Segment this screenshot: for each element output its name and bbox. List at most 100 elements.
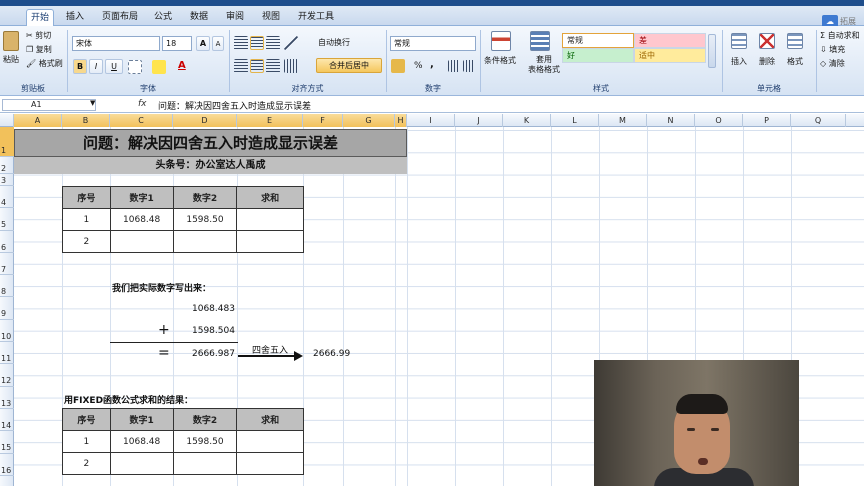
align-right-icon[interactable]	[266, 59, 280, 73]
table-cell[interactable]	[236, 452, 304, 475]
format-cells-icon[interactable]	[787, 33, 803, 49]
number-1-value[interactable]: 1068.483	[192, 304, 235, 314]
column-header[interactable]: G	[343, 114, 395, 127]
style-normal[interactable]: 常规	[562, 33, 634, 48]
insert-cells-icon[interactable]	[731, 33, 747, 49]
style-good[interactable]: 好	[562, 48, 634, 63]
column-header[interactable]: N	[647, 114, 695, 127]
cut-button[interactable]: ✂ 剪切	[26, 30, 51, 41]
italic-button[interactable]: I	[89, 59, 103, 74]
format-painter-button[interactable]: 🖌 格式刷	[26, 58, 63, 69]
column-header[interactable]: I	[407, 114, 455, 127]
column-header[interactable]: C	[110, 114, 173, 127]
tab-page-layout[interactable]: 页面布局	[98, 9, 142, 26]
column-header[interactable]: E	[237, 114, 303, 127]
row-header[interactable]: 15	[0, 431, 14, 454]
align-top-icon[interactable]	[234, 36, 248, 50]
explain-label[interactable]: 我们把实际数字写出来：	[112, 281, 211, 294]
tab-data[interactable]: 数据	[186, 9, 212, 26]
header-cell[interactable]: 数字2	[172, 408, 238, 431]
table-cell[interactable]: 2	[62, 230, 111, 253]
grow-font-button[interactable]: A	[196, 36, 210, 51]
column-header[interactable]: O	[695, 114, 743, 127]
column-header[interactable]: P	[743, 114, 791, 127]
row-header[interactable]: 4	[0, 186, 14, 208]
table-cell[interactable]: 1068.48	[109, 430, 174, 453]
table-cell[interactable]: 1	[62, 208, 111, 231]
table-cell[interactable]	[109, 230, 174, 253]
name-box[interactable]: A1	[2, 99, 96, 111]
tab-insert[interactable]: 插入	[62, 9, 88, 26]
column-header[interactable]: L	[551, 114, 599, 127]
row-header[interactable]: 1	[0, 127, 14, 157]
merge-center-button[interactable]: 合并后居中	[316, 58, 382, 73]
wrap-text-button[interactable]: 自动换行	[318, 37, 350, 48]
currency-icon[interactable]	[391, 59, 405, 73]
orientation-icon[interactable]	[284, 36, 298, 50]
bold-button[interactable]: B	[73, 59, 87, 74]
name-box-dropdown-icon[interactable]: ▼	[90, 99, 95, 107]
copy-button[interactable]: ❐ 复制	[26, 44, 52, 55]
delete-cells-button[interactable]: 删除	[759, 56, 775, 67]
row-header[interactable]: 7	[0, 253, 14, 275]
table-cell[interactable]	[172, 452, 238, 475]
column-header[interactable]: B	[62, 114, 110, 127]
row-header[interactable]: 5	[0, 208, 14, 231]
decrease-decimal-icon[interactable]	[463, 60, 475, 72]
fill-color-icon[interactable]	[152, 60, 166, 74]
insert-cells-button[interactable]: 插入	[731, 56, 747, 67]
fixed-result-label[interactable]: 用FIXED函数公式求和的结果：	[64, 393, 193, 406]
format-as-table-button[interactable]: 套用 表格格式	[528, 55, 560, 75]
row-header[interactable]: 9	[0, 297, 14, 320]
style-bad[interactable]: 差	[634, 33, 706, 48]
shrink-font-button[interactable]: A	[212, 36, 224, 51]
column-header[interactable]: H	[395, 114, 407, 127]
row-header[interactable]: 10	[0, 320, 14, 342]
header-cell[interactable]: 数字1	[109, 408, 174, 431]
header-cell[interactable]: 数字1	[109, 186, 174, 209]
conditional-format-icon[interactable]	[491, 31, 511, 51]
styles-more-icon[interactable]	[708, 34, 716, 68]
table-cell[interactable]	[236, 208, 304, 231]
column-header[interactable]: A	[14, 114, 62, 127]
tab-developer[interactable]: 开发工具	[294, 9, 338, 26]
sheet-title-cell[interactable]: 问题：解决因四舍五入时造成显示误差	[14, 129, 407, 157]
align-middle-icon[interactable]	[250, 36, 264, 50]
insert-function-icon[interactable]: fx	[138, 99, 147, 109]
indent-icon[interactable]	[284, 59, 298, 73]
sheet-subtitle-cell[interactable]: 头条号：办公室达人禹成	[14, 157, 407, 174]
style-neutral[interactable]: 适中	[634, 48, 706, 63]
header-cell[interactable]: 序号	[62, 408, 111, 431]
table-cell[interactable]	[109, 452, 174, 475]
format-as-table-icon[interactable]	[530, 31, 550, 51]
table-cell[interactable]	[236, 230, 304, 253]
header-cell[interactable]: 求和	[236, 408, 304, 431]
row-header[interactable]: 13	[0, 387, 14, 409]
table-cell[interactable]	[172, 230, 238, 253]
border-icon[interactable]	[128, 60, 142, 74]
table-cell[interactable]: 1	[62, 430, 111, 453]
tab-view[interactable]: 视图	[258, 9, 284, 26]
header-cell[interactable]: 数字2	[172, 186, 238, 209]
number-2-value[interactable]: 1598.504	[192, 326, 235, 336]
tab-review[interactable]: 审阅	[222, 9, 248, 26]
row-header[interactable]: 8	[0, 275, 14, 297]
column-header[interactable]: K	[503, 114, 551, 127]
table-cell[interactable]: 1598.50	[172, 208, 238, 231]
tab-home[interactable]: 开始	[26, 9, 55, 26]
column-header[interactable]: Q	[791, 114, 846, 127]
autosum-button[interactable]: Σ 自动求和	[820, 30, 860, 41]
row-header[interactable]: 12	[0, 364, 14, 387]
table-cell[interactable]: 1598.50	[172, 430, 238, 453]
align-bottom-icon[interactable]	[266, 36, 280, 50]
column-header[interactable]: F	[303, 114, 343, 127]
row-header[interactable]: 16	[0, 454, 14, 476]
conditional-format-button[interactable]: 条件格式	[484, 55, 516, 66]
row-header[interactable]: 3	[0, 174, 14, 186]
clear-button[interactable]: ◇ 清除	[820, 58, 845, 69]
table-cell[interactable]: 2	[62, 452, 111, 475]
formula-input[interactable]: 问题：解决因四舍五入时造成显示误差	[158, 99, 311, 112]
comma-button[interactable]: ,	[430, 59, 434, 70]
increase-decimal-icon[interactable]	[448, 60, 460, 72]
rounded-sum-value[interactable]: 2666.99	[313, 349, 350, 359]
